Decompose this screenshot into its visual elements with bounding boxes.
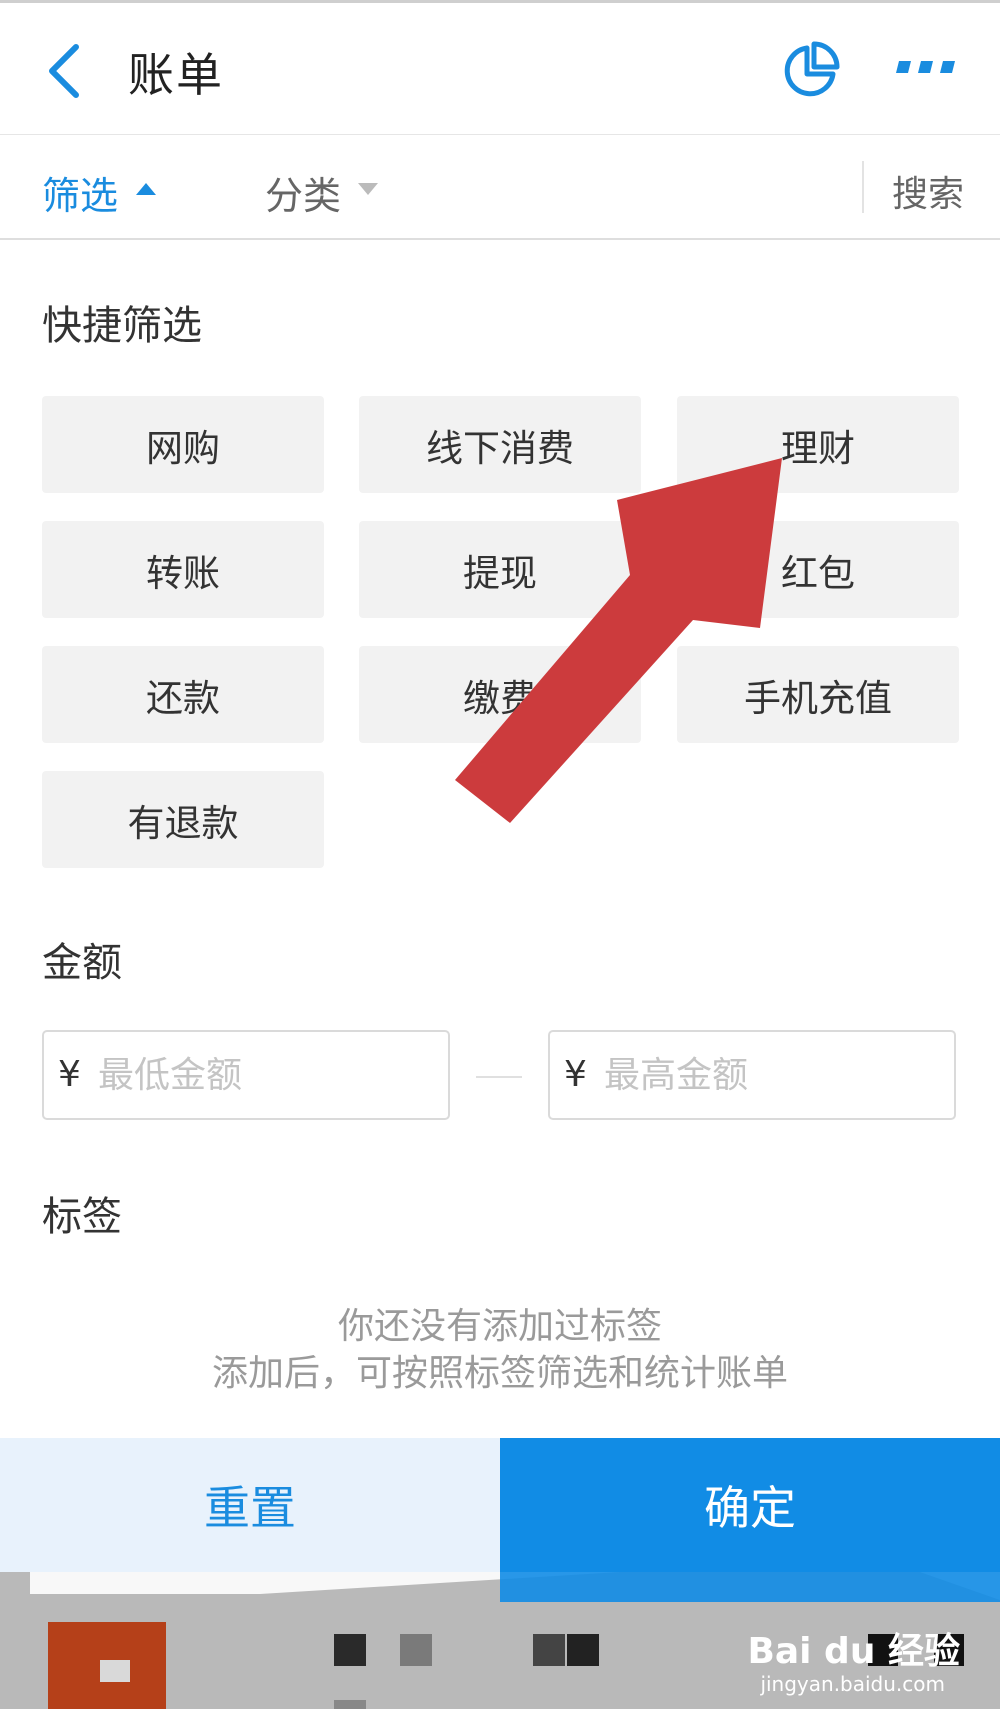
search-button[interactable]: 搜索: [892, 165, 964, 217]
min-amount-input[interactable]: [96, 1046, 440, 1104]
chevron-left-icon[interactable]: [40, 41, 90, 101]
filter-chip-transfer[interactable]: 转账: [42, 521, 324, 618]
filter-chip-online-shopping[interactable]: 网购: [42, 396, 324, 493]
watermark-url: jingyan.baidu.com: [760, 1672, 945, 1696]
quick-filter-title: 快捷筛选: [42, 303, 202, 349]
range-separator: [476, 1076, 522, 1078]
filter-chip-refund[interactable]: 有退款: [42, 771, 324, 868]
amount-title: 金额: [42, 940, 122, 986]
max-amount-input[interactable]: [602, 1046, 946, 1104]
tags-empty-line2: 添加后，可按照标签筛选和统计账单: [211, 1353, 788, 1394]
more-dots-icon[interactable]: [895, 59, 955, 79]
filter-chip-offline-spending[interactable]: 线下消费: [359, 396, 641, 493]
max-amount-field: ¥: [548, 1030, 956, 1120]
filter-bar: 筛选 分类 搜索: [0, 135, 1000, 240]
tab-filter[interactable]: 筛选: [42, 165, 118, 220]
currency-symbol: ¥: [58, 1054, 81, 1095]
filter-chip-wealth[interactable]: 理财: [677, 396, 959, 493]
tags-title: 标签: [42, 1194, 122, 1240]
filter-chip-phone-topup[interactable]: 手机充值: [677, 646, 959, 743]
filter-chip-bill-payment[interactable]: 缴费: [359, 646, 641, 743]
reset-button[interactable]: 重置: [0, 1438, 500, 1572]
confirm-button[interactable]: 确定: [500, 1438, 1000, 1572]
app-header: 账单: [0, 3, 1000, 135]
min-amount-field: ¥: [42, 1030, 450, 1120]
caret-up-icon: [136, 183, 156, 195]
filter-chip-withdraw[interactable]: 提现: [359, 521, 641, 618]
watermark-logo: Bai du 经验: [747, 1631, 960, 1672]
tab-category[interactable]: 分类: [265, 165, 341, 220]
divider: [862, 161, 864, 213]
pie-chart-icon[interactable]: [782, 41, 840, 99]
filter-chip-repayment[interactable]: 还款: [42, 646, 324, 743]
caret-down-icon: [358, 183, 378, 195]
obscured-background: Bai du 经验 jingyan.baidu.com: [0, 1572, 1000, 1709]
currency-symbol: ¥: [564, 1054, 587, 1095]
filter-chip-red-packet[interactable]: 红包: [677, 521, 959, 618]
page-title: 账单: [128, 48, 224, 102]
tags-empty-line1: 你还没有添加过标签: [337, 1306, 662, 1347]
